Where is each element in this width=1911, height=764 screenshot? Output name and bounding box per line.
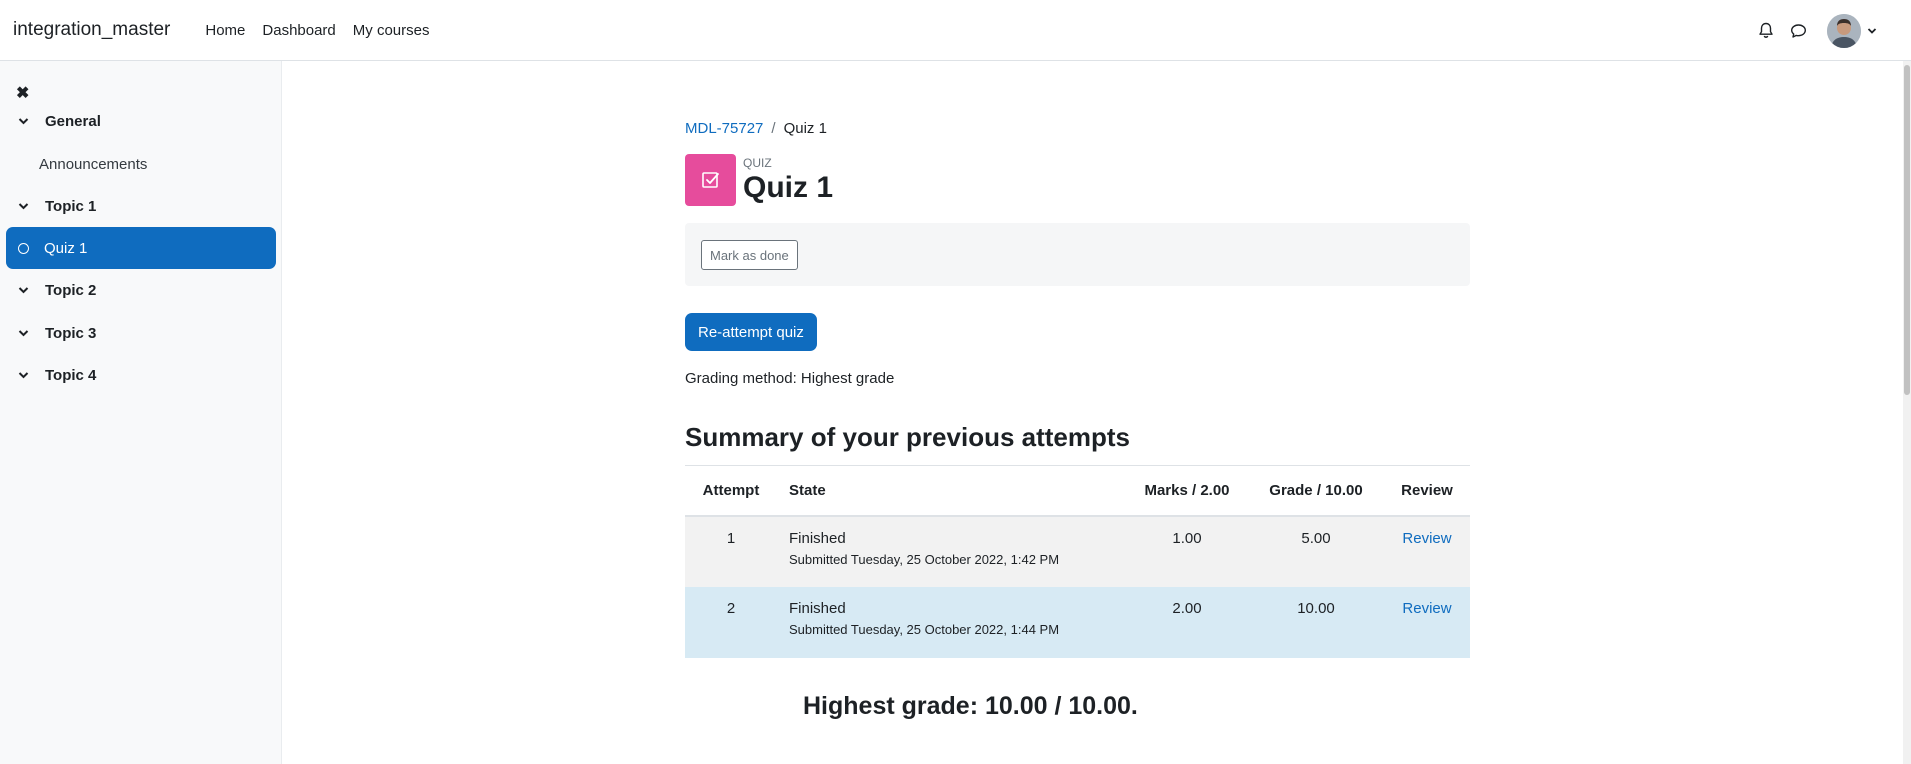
sidebar-item-announcements[interactable]: Announcements: [6, 143, 276, 185]
table-header-row: Attempt State Marks / 2.00 Grade / 10.00…: [685, 465, 1470, 516]
chevron-down-icon[interactable]: [18, 286, 30, 294]
nav-dashboard[interactable]: Dashboard: [262, 22, 335, 39]
user-navigation: [1757, 0, 1911, 61]
mark-as-done-button[interactable]: Mark as done: [701, 240, 798, 270]
section-topic-2[interactable]: Topic 2: [6, 269, 276, 311]
chevron-down-icon[interactable]: [18, 117, 30, 125]
chevron-down-icon[interactable]: [1867, 22, 1877, 39]
activity-completion-panel: Mark as done: [685, 223, 1470, 286]
attempts-summary-heading: Summary of your previous attempts: [685, 422, 1130, 452]
attempt-number: 2: [726, 599, 736, 617]
user-avatar[interactable]: [1827, 13, 1861, 48]
course-index-drawer: ✖ General Announcements Topic 1 Quiz 1 T…: [0, 61, 282, 764]
attempt-state-cell: Finished Submitted Tuesday, 25 October 2…: [777, 587, 1126, 658]
section-label: Topic 4: [45, 366, 97, 384]
primary-navigation: Home Dashboard My courses: [205, 22, 446, 39]
breadcrumb-separator: /: [771, 120, 776, 137]
nav-my-courses[interactable]: My courses: [353, 22, 430, 39]
item-label: Quiz 1: [44, 239, 88, 257]
review-link[interactable]: Review: [1402, 600, 1451, 617]
highest-grade-text: Highest grade: 10.00 / 10.00.: [803, 692, 1138, 720]
section-topic-1[interactable]: Topic 1: [6, 185, 276, 227]
attempt-submitted-time: Submitted Tuesday, 25 October 2022, 1:42…: [789, 551, 1060, 567]
quiz-icon: [685, 154, 736, 206]
messages-icon[interactable]: [1789, 22, 1807, 40]
breadcrumb-course-link[interactable]: MDL-75727: [685, 120, 763, 137]
table-row: 1 Finished Submitted Tuesday, 25 October…: [685, 515, 1470, 587]
column-header-grade: Grade / 10.00: [1269, 481, 1363, 499]
attempt-state-cell: Finished Submitted Tuesday, 25 October 2…: [777, 516, 1126, 587]
scrollbar-thumb[interactable]: [1904, 65, 1910, 395]
section-label: Topic 2: [45, 281, 97, 299]
chevron-down-icon[interactable]: [18, 202, 30, 210]
site-name[interactable]: integration_master: [13, 19, 170, 41]
page-scrollbar[interactable]: [1903, 61, 1911, 764]
chevron-down-icon[interactable]: [18, 371, 30, 379]
bell-icon[interactable]: [1757, 22, 1775, 40]
column-header-attempt: Attempt: [702, 481, 760, 499]
attempt-state: Finished: [789, 599, 846, 617]
section-label: Topic 3: [45, 324, 97, 342]
chevron-down-icon[interactable]: [18, 329, 30, 337]
review-cell: Review: [1384, 587, 1470, 658]
attempt-marks: 1.00: [1172, 529, 1202, 547]
attempt-number: 1: [726, 529, 736, 547]
attempt-grade: 10.00: [1297, 599, 1335, 617]
sidebar-item-quiz-1[interactable]: Quiz 1: [6, 227, 276, 269]
attempt-grade: 5.00: [1301, 529, 1331, 547]
top-navbar: integration_master Home Dashboard My cou…: [0, 0, 1911, 61]
page-title: Quiz 1: [743, 171, 834, 204]
attempts-summary-table: Attempt State Marks / 2.00 Grade / 10.00…: [685, 465, 1470, 658]
breadcrumb: MDL-75727 / Quiz 1: [685, 120, 827, 137]
completion-circle-icon: [18, 242, 29, 254]
grading-method-text: Grading method: Highest grade: [685, 370, 895, 387]
attempt-submitted-time: Submitted Tuesday, 25 October 2022, 1:44…: [789, 621, 1060, 637]
section-label: Topic 1: [45, 197, 97, 215]
review-cell: Review: [1384, 516, 1470, 587]
breadcrumb-current: Quiz 1: [783, 120, 827, 137]
column-header-state: State: [789, 481, 826, 499]
item-label: Announcements: [39, 155, 148, 173]
section-topic-4[interactable]: Topic 4: [6, 354, 276, 396]
attempt-marks: 2.00: [1172, 599, 1202, 617]
table-row: 2 Finished Submitted Tuesday, 25 October…: [685, 586, 1470, 658]
reattempt-quiz-button[interactable]: Re-attempt quiz: [685, 313, 817, 351]
attempt-state: Finished: [789, 529, 846, 547]
section-topic-3[interactable]: Topic 3: [6, 312, 276, 354]
column-header-review: Review: [1401, 481, 1453, 499]
section-label: General: [45, 112, 101, 130]
review-link[interactable]: Review: [1402, 530, 1451, 547]
nav-home[interactable]: Home: [205, 22, 245, 39]
activity-type-label: QUIZ: [743, 156, 772, 170]
section-general[interactable]: General: [6, 100, 276, 142]
column-header-marks: Marks / 2.00: [1144, 481, 1230, 499]
